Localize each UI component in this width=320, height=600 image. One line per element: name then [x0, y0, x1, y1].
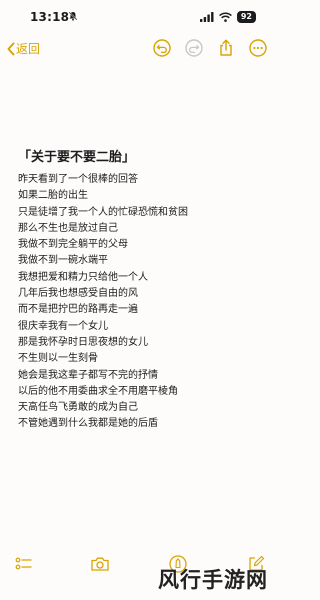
- more-button[interactable]: [248, 38, 268, 58]
- watermark: 风行手游网: [158, 568, 268, 592]
- note-line: 如果二胎的出生: [18, 190, 88, 202]
- camera-button[interactable]: [90, 554, 110, 574]
- status-time: 13:18: [30, 10, 70, 24]
- note-line: 她会是我这辈子都写不完的抒情: [18, 369, 158, 381]
- note-title: 「关于要不要二胎」: [18, 150, 136, 165]
- back-label: 返回: [16, 42, 41, 56]
- note-line: 昨天看到了一个很棒的回答: [18, 174, 138, 185]
- note-line: 只是徒增了我一个人的忙碌恐慌和贫困: [18, 206, 188, 218]
- undo-button[interactable]: [152, 38, 172, 58]
- nav-actions: [152, 38, 268, 58]
- note-line: 不生则以一生刻骨: [18, 353, 98, 365]
- note-line: 我想把爱和精力只给他一个人: [18, 271, 148, 283]
- share-button[interactable]: [216, 38, 236, 58]
- battery-indicator: 92: [236, 11, 256, 23]
- share-icon: [220, 39, 232, 56]
- more-icon: [249, 39, 267, 57]
- note-line: 我做不到一碗水端平: [18, 255, 108, 267]
- checklist-icon: [15, 557, 32, 570]
- note-body[interactable]: 「关于要不要二胎」 昨天看到了一个很棒的回答 如果二胎的出生 只是徒增了我一个人…: [18, 148, 268, 433]
- note-line: 而不是把拧巴的路再走一遍: [18, 304, 138, 316]
- wifi-icon: [218, 12, 232, 22]
- note-line: 那么不生也是放过自己: [18, 222, 118, 234]
- note-line: 不管她遇到什么我都是她的后盾: [18, 418, 158, 430]
- status-indicators: 92: [199, 11, 256, 23]
- note-line: 天高任鸟飞勇敢的成为自己: [18, 402, 138, 414]
- checklist-button[interactable]: [14, 554, 34, 574]
- back-button[interactable]: 返回: [6, 40, 40, 57]
- note-line: 很庆幸我有一个女儿: [18, 320, 108, 332]
- camera-icon: [91, 557, 109, 571]
- signal-icon: [199, 12, 214, 22]
- note-line: 以后的他不用委曲求全不用磨平棱角: [18, 385, 178, 397]
- note-line: 那是我怀孕时日思夜想的女儿: [18, 336, 148, 348]
- redo-button[interactable]: [184, 38, 204, 58]
- redo-icon: [185, 39, 203, 57]
- note-line: 几年后我也想感受自由的风: [18, 288, 138, 300]
- undo-icon: [153, 39, 171, 57]
- note-line: 我做不到完全躺平的父母: [18, 239, 128, 251]
- chevron-left-icon: [7, 42, 15, 55]
- status-bar: 13:18 92: [0, 0, 276, 34]
- bell-slash-icon: [68, 11, 78, 21]
- nav-bar: 返回: [0, 36, 276, 64]
